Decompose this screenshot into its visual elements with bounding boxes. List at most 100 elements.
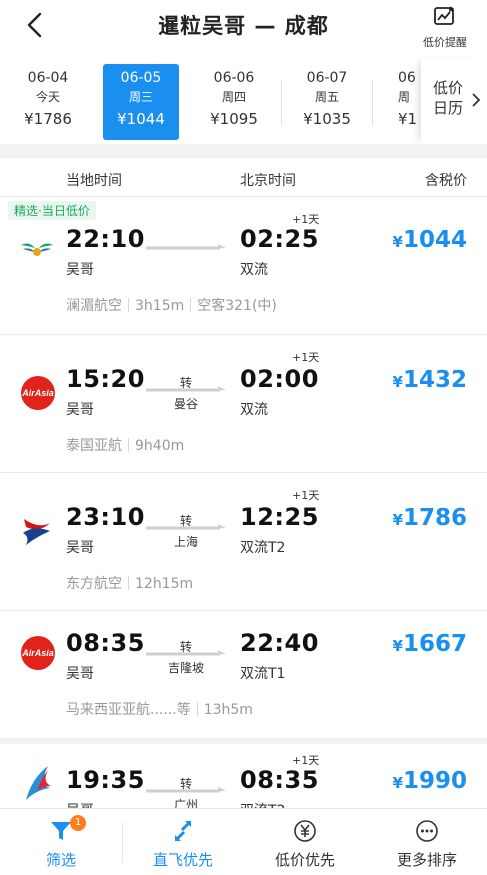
direct-flight-first-tab[interactable]: 直飞优先: [122, 809, 244, 875]
calendar-label: 低价日历: [433, 79, 464, 117]
transfer-label: 转: [179, 640, 192, 654]
beijing-time-header: 北京时间: [240, 173, 296, 189]
date-price: ¥1786: [24, 110, 72, 128]
chevron-right-icon: [472, 93, 481, 107]
price-value: 1044: [402, 227, 467, 253]
date-selector: 06-04 今天 ¥1786 06-05 周三 ¥1044 06-06 周四 ¥…: [0, 58, 487, 144]
date-option-0605[interactable]: 06-05 周三 ¥1044: [103, 64, 179, 140]
departure-time: 22:10: [66, 225, 145, 253]
divider: [128, 576, 129, 590]
direct-flight-first-label: 直飞优先: [152, 851, 213, 869]
flight-list-screen: 暹粒吴哥 — 成都 低价提醒 06-04 今天 ¥1786 06-05 周三 ¥…: [0, 0, 487, 875]
date-label: 06-07: [306, 70, 348, 86]
arrival-airport: 双流T2: [240, 540, 286, 556]
flight-price: ¥1786: [393, 505, 467, 531]
date-price: ¥1095: [210, 110, 258, 128]
divider: [128, 438, 129, 452]
divider: [190, 298, 192, 312]
date-price: ¥1035: [303, 110, 351, 128]
low-price-first-tab[interactable]: 低价优先: [244, 809, 366, 875]
flight-duration: 9h40m: [135, 438, 185, 454]
currency-symbol: ¥: [392, 637, 403, 655]
divider: [372, 80, 373, 126]
column-headers: 当地时间 北京时间 含税价: [0, 158, 487, 196]
next-day-label: +1天: [292, 489, 320, 502]
divider: [196, 702, 198, 716]
currency-symbol: ¥: [392, 511, 403, 529]
currency-symbol: ¥: [392, 373, 403, 391]
low-price-first-label: 低价优先: [274, 851, 335, 869]
transfer-label: 转: [179, 514, 192, 528]
departure-time: 15:20: [66, 365, 145, 393]
airasia-logo-icon: AirAsia: [21, 636, 55, 670]
flight-meta: 泰国亚航 9h40m: [66, 435, 184, 455]
low-price-calendar-button[interactable]: 低价日历: [421, 58, 487, 144]
filter-count-badge: 1: [70, 815, 86, 831]
airline-name: 泰国亚航: [66, 438, 122, 454]
flight-price: ¥1044: [393, 227, 467, 253]
weekday-label: 周三: [128, 90, 153, 104]
airline-name: 澜湄航空: [66, 298, 122, 314]
arrival-time: 22:40: [240, 629, 319, 657]
price-alert-button[interactable]: 低价提醒: [413, 6, 477, 50]
arrival-time: 12:25: [240, 503, 319, 531]
airasia-logo-icon: AirAsia: [21, 376, 55, 410]
flight-price: ¥1990: [393, 768, 467, 794]
more-sort-label: 更多排序: [396, 851, 457, 869]
price-header: 含税价: [425, 173, 467, 189]
flight-card[interactable]: 23:10 吴哥 转 上海 +1天 12:25 双流T2 ¥1786 东方航空 1…: [0, 472, 487, 610]
flight-card[interactable]: 精选·当日低价 22:10 吴哥 +1天 02:25 双流 ¥1044 澜湄航空…: [0, 196, 487, 334]
more-sort-tab[interactable]: 更多排序: [366, 809, 487, 875]
date-option-0606[interactable]: 06-06 周四 ¥1095: [196, 64, 272, 140]
flight-meta: 马来西亚亚航......等 13h5m: [66, 699, 253, 719]
china-eastern-logo-icon: [23, 519, 50, 545]
departure-time: 08:35: [66, 629, 145, 657]
departure-airport: 吴哥: [66, 540, 94, 556]
date-label: 06-05: [120, 70, 162, 86]
price-alert-label: 低价提醒: [423, 36, 467, 49]
date-option-0604[interactable]: 06-04 今天 ¥1786: [10, 64, 86, 140]
filter-label: 筛选: [45, 851, 76, 869]
transfer-info: 转 上海: [150, 513, 222, 551]
flight-card[interactable]: AirAsia 15:20 吴哥 转 曼谷 +1天 02:00 双流 ¥1432…: [0, 334, 487, 472]
lanmei-airline-logo-icon: [21, 243, 53, 256]
transfer-label: 转: [179, 376, 192, 390]
transfer-city: 广州: [173, 798, 198, 808]
flight-duration: 13h5m: [203, 702, 253, 718]
transfer-info: 转 广州: [150, 776, 222, 808]
price-value: 1786: [402, 505, 467, 531]
section-gap: [0, 144, 487, 158]
svg-text:AirAsia: AirAsia: [21, 648, 54, 658]
departure-airport: 吴哥: [66, 800, 94, 808]
divider: [128, 298, 129, 312]
flight-card[interactable]: AirAsia 08:35 吴哥 转 吉隆坡 22:40 双流T1 ¥1667 …: [0, 610, 487, 738]
flight-duration: 12h15m: [135, 576, 194, 592]
airline-name: 马来西亚亚航......等: [66, 702, 191, 718]
arrival-time: 02:25: [240, 225, 319, 253]
currency-symbol: ¥: [392, 233, 403, 251]
low-price-badge: 精选·当日低价: [8, 201, 96, 220]
date-price: ¥1044: [117, 110, 165, 128]
date-option-0607[interactable]: 06-07 周五 ¥1035: [289, 64, 365, 140]
flight-card[interactable]: 19:35 吴哥 转 广州 +1天 08:35 双流T2 ¥1990: [0, 744, 487, 808]
transfer-city: 吉隆坡: [167, 661, 204, 675]
arrival-airport: 双流T1: [240, 666, 286, 682]
transfer-info: 转 曼谷: [150, 375, 222, 413]
filter-tab[interactable]: 1 筛选: [0, 809, 122, 875]
price-value: 1990: [402, 768, 467, 794]
flight-meta: 澜湄航空 3h15m 空客321(中): [66, 295, 277, 315]
weekday-label: 周四: [221, 90, 246, 104]
direct-flight-icon: [174, 820, 192, 842]
transfer-city: 上海: [173, 535, 198, 549]
svg-text:AirAsia: AirAsia: [21, 388, 54, 398]
arrival-airport: 双流: [240, 402, 268, 418]
flight-duration: 3h15m: [135, 298, 185, 314]
transfer-info: 转 吉隆坡: [150, 639, 222, 677]
departure-airport: 吴哥: [66, 666, 94, 682]
price-value: 1432: [402, 367, 467, 393]
departure-time: 19:35: [66, 766, 145, 794]
flight-price: ¥1667: [393, 631, 467, 657]
more-icon: [416, 820, 438, 842]
arrival-airport: 双流T2: [240, 800, 285, 808]
arrival-time: 08:35: [240, 766, 319, 794]
